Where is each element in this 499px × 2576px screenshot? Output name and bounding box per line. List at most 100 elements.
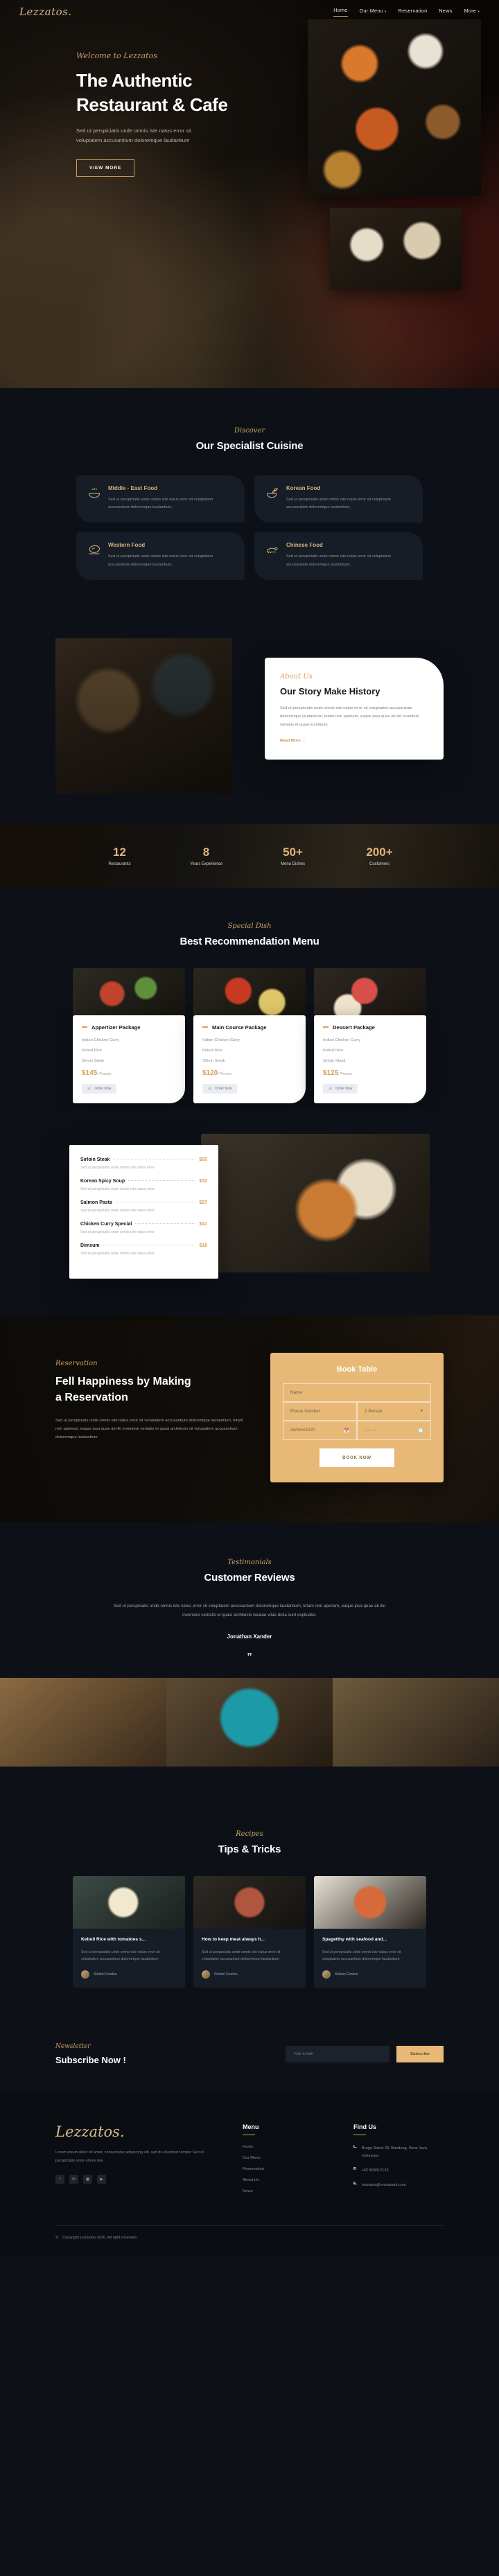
copyright-text: Copyright Lezzatos 2020, All right reser… xyxy=(62,2236,138,2241)
tip-card[interactable]: How to keep meat always h... Sed ut pers… xyxy=(193,1875,306,1988)
package-card[interactable]: Dessert Package Indian Chicken Curry Keb… xyxy=(314,967,426,1103)
menu-list-row[interactable]: Dimsum $18 Sed ut perspiciatis unde omnis… xyxy=(80,1243,207,1256)
menu-item-name: Dimsum xyxy=(80,1243,100,1248)
nav-item-home[interactable]: Home xyxy=(333,7,348,17)
email-value[interactable]: lezzatos@restaurant.com xyxy=(362,2182,406,2189)
footer-link-home[interactable]: Home xyxy=(243,2145,326,2149)
facebook-icon[interactable]: f xyxy=(55,2175,64,2184)
footer-brand-column: Lezzatos. Lorem ipsum dolor sit amet, co… xyxy=(55,2123,215,2201)
newsletter-section: Newsletter Subscribe Now ! Subscribe xyxy=(0,2019,499,2093)
stat-item: 8 Years Experience xyxy=(163,845,250,866)
packages-title: Best Recommendation Menu xyxy=(180,935,319,947)
package-order-button[interactable]: 🛒 Order Now xyxy=(82,1083,117,1094)
quote-icon: ” xyxy=(247,1650,252,1663)
cuisine-card-desc: Sed ut perspiciatis unde omnis iste natu… xyxy=(108,554,213,567)
hero-view-more-button[interactable]: VIEW MORE xyxy=(76,159,135,177)
nav-item-our-menu[interactable]: Our Menu ▾ xyxy=(360,8,387,17)
newsletter-subscribe-button[interactable]: Subscribe xyxy=(396,2045,444,2062)
cuisine-section: Discover Our Specialist Cuisine Middle -… xyxy=(0,388,499,624)
footer-phone: P. +62 863812123 xyxy=(353,2167,437,2174)
youtube-icon[interactable]: ▶ xyxy=(97,2175,106,2184)
tip-card[interactable]: Kebuli Rice with tomatoes s... Sed ut pe… xyxy=(73,1875,185,1988)
testimonial-photo xyxy=(333,1677,499,1767)
menu-item-desc: Sed ut perspiciatis unde omnis iste natu… xyxy=(80,1186,155,1191)
book-now-button[interactable]: BOOK NOW xyxy=(319,1448,394,1467)
menu-item-name: Chicken Curry Special xyxy=(80,1221,132,1227)
nav-item-more[interactable]: More ▾ xyxy=(464,8,480,17)
footer-link-reservation[interactable]: Reservation xyxy=(243,2167,326,2171)
about-read-more-link[interactable]: Read More → xyxy=(280,739,428,743)
nav-item-more-label: More xyxy=(464,7,477,14)
main-navigation: Lezzatos. Home Our Menu ▾ Reservation New… xyxy=(0,0,499,18)
cuisine-card-title: Western Food xyxy=(108,542,146,549)
menu-list-row[interactable]: Sirloin Steak $55 Sed ut perspiciatis und… xyxy=(80,1157,207,1170)
menu-item-price: $32 xyxy=(199,1178,207,1184)
person-select[interactable]: 2 Person ▼ xyxy=(357,1401,431,1421)
footer-link-our-menu[interactable]: Our Menu xyxy=(243,2156,326,2160)
package-card[interactable]: Main Course Package Indian Chicken Curry… xyxy=(193,967,306,1103)
about-section: About Us Our Story Make History Sed ut p… xyxy=(0,624,499,888)
nav-item-reservation[interactable]: Reservation xyxy=(399,8,428,17)
menu-item-price: $41 xyxy=(199,1221,207,1227)
nav-item-news[interactable]: News xyxy=(439,8,452,17)
footer-logo[interactable]: Lezzatos. xyxy=(55,2123,215,2140)
time-input[interactable]: --:-- -- 🕔 xyxy=(357,1420,431,1440)
tips-title: Tips & Tricks xyxy=(218,1843,281,1855)
footer-link-news[interactable]: News xyxy=(243,2189,326,2193)
twitter-icon[interactable]: ✉ xyxy=(69,2175,78,2184)
cuisine-card[interactable]: Korean Food Sed ut perspiciatis unde omn… xyxy=(254,475,423,523)
dash-icon xyxy=(202,1026,208,1028)
package-order-button[interactable]: 🛒 Order Now xyxy=(323,1083,358,1094)
stat-label: Customers xyxy=(369,861,389,866)
phone-value[interactable]: +62 863812123 xyxy=(362,2167,389,2174)
package-dish: Kebuli Rice xyxy=(202,1048,223,1053)
cuisine-card[interactable]: Chinese Food Sed ut perspiciatis unde om… xyxy=(254,532,423,580)
brand-logo[interactable]: Lezzatos. xyxy=(19,6,72,18)
menu-item-price: $27 xyxy=(199,1200,207,1205)
footer-link-about-us[interactable]: About Us xyxy=(243,2178,326,2182)
hero-title-line1: The Authentic xyxy=(76,70,193,91)
location-value: Braga Street 28, Bandung, West Java, Ind… xyxy=(361,2146,428,2158)
nav-item-reservation-label: Reservation xyxy=(398,7,428,14)
tip-card[interactable]: Spagetthy with seafood and... Sed ut per… xyxy=(314,1875,426,1988)
reservation-wrapper: Reservation Fell Happiness by Making a R… xyxy=(55,1352,444,1482)
name-input[interactable]: Name xyxy=(283,1383,431,1402)
footer-find-us-column: Find Us L. Braga Street 28, Bandung, Wes… xyxy=(353,2123,437,2201)
footer-copyright-bar: © Copyright Lezzatos 2020, All right res… xyxy=(55,2225,444,2255)
hero-description: Sed ut perspiciatis unde omnis iste natu… xyxy=(76,128,191,144)
hero-content: Welcome to Lezzatos The Authentic Restau… xyxy=(0,18,499,177)
menu-list-row[interactable]: Korean Spicy Soup $32 Sed ut perspiciatis… xyxy=(80,1179,207,1191)
packages-eyebrow: Special Dish xyxy=(227,922,272,930)
location-label: L. xyxy=(353,2145,357,2150)
menu-list-row[interactable]: Salmon Pasta $27 Sed ut perspiciatis unde… xyxy=(80,1200,207,1213)
tip-image xyxy=(314,1875,426,1929)
footer-heading-rule xyxy=(353,2134,366,2136)
hero-food-image-secondary xyxy=(330,208,462,290)
phone-input[interactable]: Phone Number xyxy=(283,1401,357,1421)
tip-author: Stefani Gordon xyxy=(335,1972,358,1977)
newsletter-email-input[interactable] xyxy=(285,2045,389,2062)
tip-author: Stefani Gordon xyxy=(214,1972,238,1977)
package-title: Dessert Package xyxy=(333,1024,375,1031)
about-eyebrow: About Us xyxy=(280,672,313,681)
stat-value: 50+ xyxy=(283,845,303,859)
cuisine-card[interactable]: Middle - East Food Sed ut perspiciatis u… xyxy=(76,475,245,523)
newsletter-wrapper: Newsletter Subscribe Now ! Subscribe xyxy=(55,2043,444,2065)
stat-label: Years Experience xyxy=(190,861,222,866)
package-card[interactable]: Appertizer Package Indian Chicken Curry … xyxy=(73,967,185,1103)
cuisine-card[interactable]: Western Food Sed ut perspiciatis unde om… xyxy=(76,532,245,580)
reservation-title-line2: a Reservation xyxy=(55,1391,128,1403)
reservation-description: Sed ut perspiciatis unde omnis iste natu… xyxy=(55,1419,243,1440)
menu-list-row[interactable]: Chicken Curry Special $41 Sed ut perspici… xyxy=(80,1222,207,1234)
stat-item: 200+ Customers xyxy=(336,845,423,866)
package-order-button[interactable]: 🛒 Order Now xyxy=(202,1083,238,1094)
menu-item-price: $55 xyxy=(199,1157,207,1162)
package-dish: Sirloin Steak xyxy=(323,1058,346,1063)
date-input[interactable]: dd/mm/2020 📅 xyxy=(283,1420,357,1440)
tip-desc: Sed ut perspiciatis unde omnis iste natu… xyxy=(81,1950,160,1962)
packages-grid: Appertizer Package Indian Chicken Curry … xyxy=(73,967,426,1103)
menu-list-section: Sirloin Steak $55 Sed ut perspiciatis und… xyxy=(0,1110,499,1315)
instagram-icon[interactable]: ▣ xyxy=(83,2175,92,2184)
hero-eyebrow: Welcome to Lezzatos xyxy=(76,51,157,60)
chevron-down-icon: ▼ xyxy=(420,1409,423,1414)
